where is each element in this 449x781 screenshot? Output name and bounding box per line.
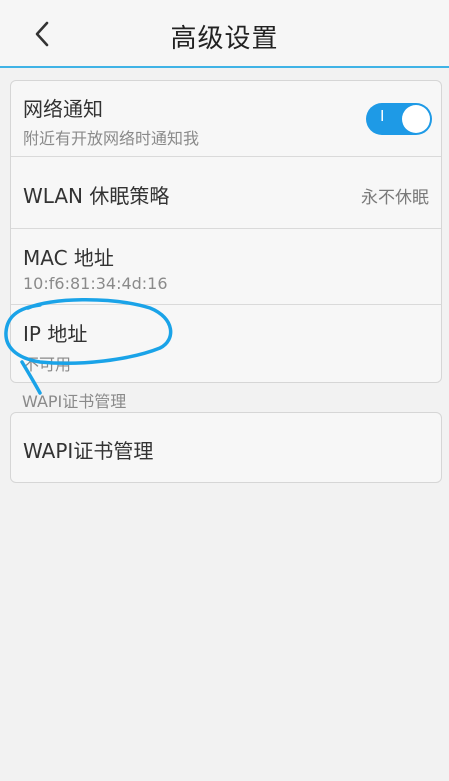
ip-address-value: 不可用 (23, 355, 72, 374)
ip-address-title: IP 地址 (23, 322, 88, 346)
toggle-knob (402, 105, 430, 133)
network-notify-title: 网络通知 (23, 97, 103, 121)
settings-card: 网络通知 附近有开放网络时通知我 I WLAN 休眠策略 永不休眠 MAC 地址… (10, 80, 442, 383)
mac-address-row: MAC 地址 10:f6:81:34:4d:16 (11, 229, 441, 305)
mac-address-value: 10:f6:81:34:4d:16 (23, 274, 168, 293)
toggle-on-indicator: I (380, 108, 385, 125)
mac-address-title: MAC 地址 (23, 246, 114, 270)
wapi-cert-row[interactable]: WAPI证书管理 (11, 413, 441, 484)
network-notify-subtitle: 附近有开放网络时通知我 (23, 129, 200, 148)
network-notify-row[interactable]: 网络通知 附近有开放网络时通知我 I (11, 81, 441, 157)
wlan-sleep-value: 永不休眠 (361, 188, 429, 208)
wapi-cert-title: WAPI证书管理 (23, 439, 154, 463)
advanced-settings-screen: 高级设置 网络通知 附近有开放网络时通知我 I WLAN 休眠策略 永不休眠 M… (0, 0, 449, 781)
ip-address-row: IP 地址 不可用 (11, 305, 441, 384)
page-title: 高级设置 (170, 24, 279, 54)
wapi-section-label: WAPI证书管理 (22, 392, 127, 411)
wapi-card: WAPI证书管理 (10, 412, 442, 483)
wlan-sleep-row[interactable]: WLAN 休眠策略 永不休眠 (11, 157, 441, 229)
network-notify-toggle[interactable]: I (366, 103, 432, 135)
wlan-sleep-title: WLAN 休眠策略 (23, 184, 170, 208)
title-bar: 高级设置 (0, 0, 449, 68)
